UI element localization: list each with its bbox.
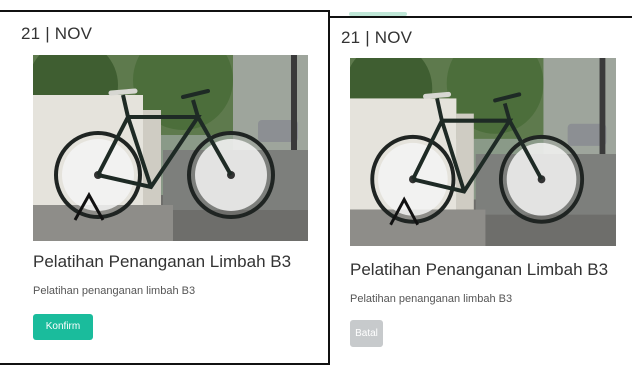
event-date: 21 | NOV — [21, 24, 93, 43]
bicycle-image — [350, 58, 616, 246]
event-cards-view: 21 | NOV Pelatihan Penanganan Limbah B3 … — [0, 0, 632, 365]
cancel-button[interactable]: Batal — [350, 320, 383, 347]
event-title: Pelatihan Penanganan Limbah B3 — [33, 252, 292, 271]
event-description: Pelatihan penanganan limbah B3 — [350, 293, 513, 305]
event-title: Pelatihan Penanganan Limbah B3 — [350, 260, 609, 279]
event-date: 21 | NOV — [341, 28, 413, 47]
event-photo — [33, 55, 308, 241]
bicycle-image — [33, 55, 308, 241]
event-card-2: 21 | NOV Pelatihan Penanganan Limbah B3 … — [328, 16, 632, 365]
event-card-1: 21 | NOV Pelatihan Penanganan Limbah B3 … — [0, 10, 330, 365]
event-description: Pelatihan penanganan limbah B3 — [33, 285, 196, 297]
event-photo — [350, 58, 616, 246]
confirm-button[interactable]: Konfirm — [33, 314, 93, 340]
